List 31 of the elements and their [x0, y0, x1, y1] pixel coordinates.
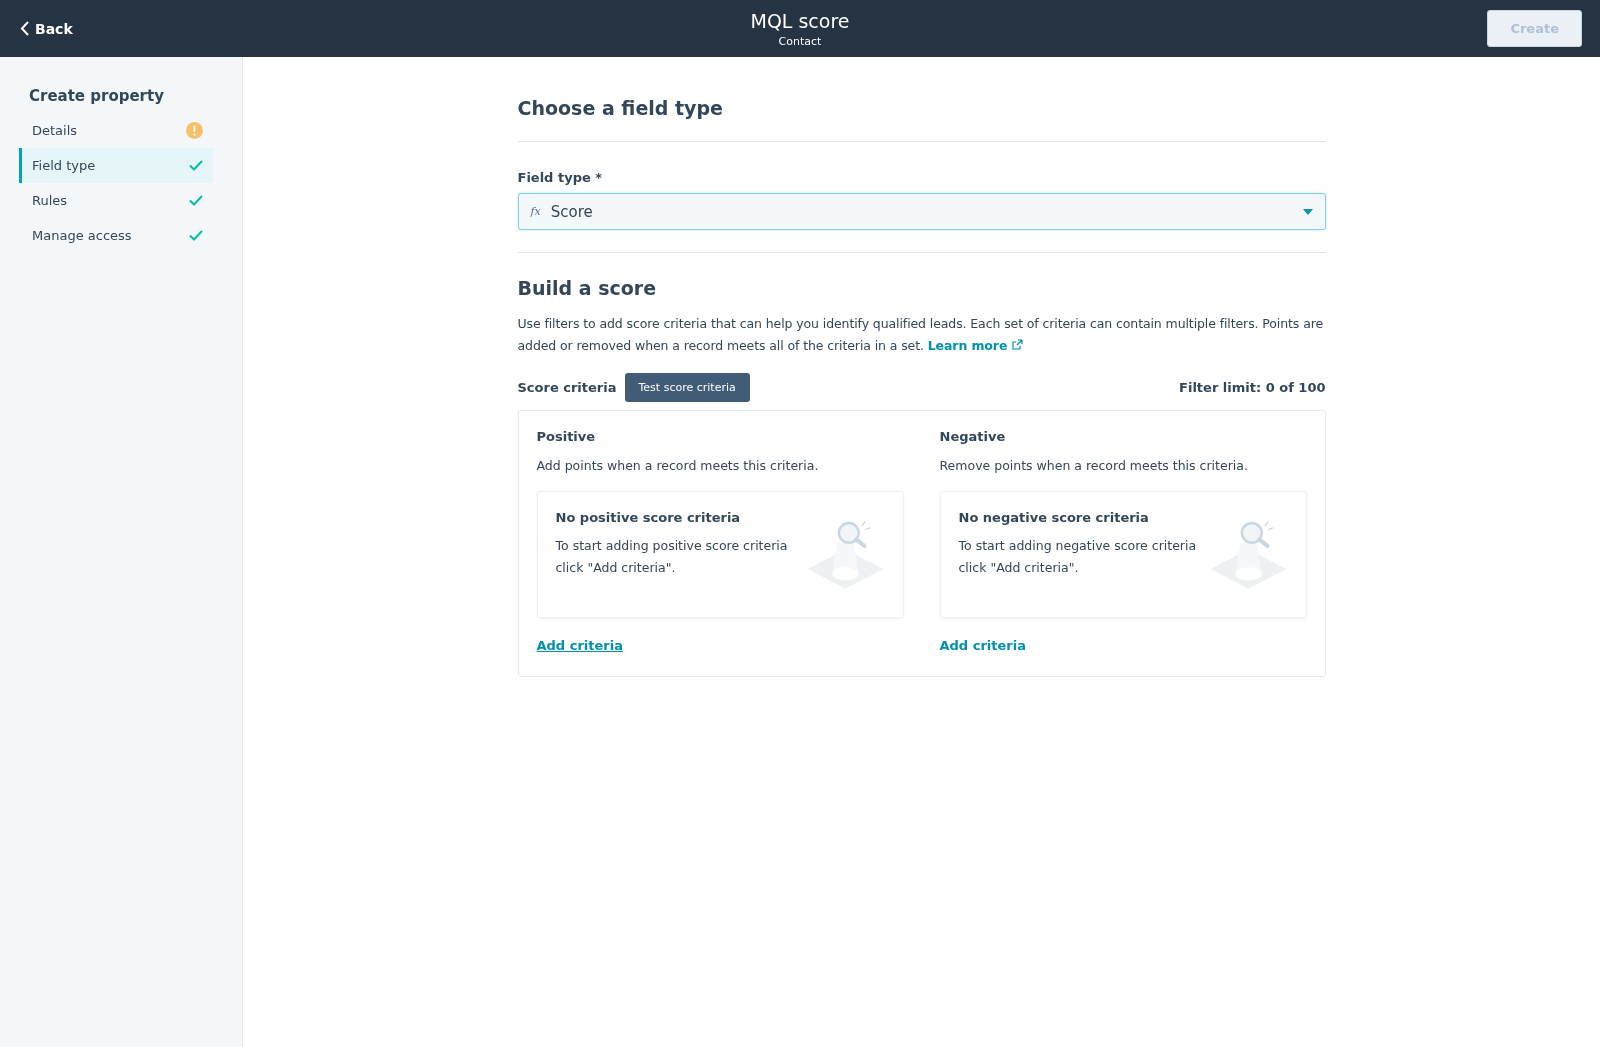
field-label: Field type * [517, 170, 604, 185]
sidebar-item[interactable]: Rules [19, 183, 213, 218]
sidebar-title: Create property [28, 87, 165, 105]
sidebar-item-label: Rules [32, 193, 68, 208]
sidebar-item-label: Manage access [32, 228, 132, 243]
field-type-select[interactable]: fx Score [517, 193, 1326, 230]
sidebar-item-label: Field type [32, 158, 96, 173]
description-text: Use filters to add score criteria that can help you identify qualified leads. Each set of criteria can contain multiple filters. Points are added or removed when a record meets all of the criteria in a set. Learn more [517, 315, 1325, 355]
empty-state-text: To start adding negative score criteria click "Add criteria". [958, 537, 1198, 577]
add-criteria-link[interactable]: Add criteria [939, 638, 1026, 653]
learn-more-link[interactable]: Learn more [927, 338, 1023, 353]
score-criteria-label: Score criteria [517, 380, 617, 395]
page-subtitle: Contact [778, 34, 822, 48]
empty-state-title: No negative score criteria [958, 510, 1150, 525]
sidebar-item[interactable]: Manage access [19, 218, 213, 253]
column-description: Add points when a record meets this criteria. [536, 458, 820, 473]
section-heading: Build a score [517, 277, 658, 299]
sidebar-item[interactable]: Field type [19, 148, 213, 183]
add-criteria-link[interactable]: Add criteria [536, 638, 623, 653]
section-heading: Choose a field type [517, 97, 1326, 142]
empty-state-text: To start adding positive score criteria click "Add criteria". [555, 537, 789, 577]
sidebar-item-label: Details [32, 123, 78, 138]
page-title: MQL score [750, 9, 850, 32]
empty-state-title: No positive score criteria [555, 510, 742, 525]
filter-limit-text: Filter limit: 0 of 100 [1179, 380, 1326, 395]
column-title: Negative [939, 429, 1007, 444]
column-title: Positive [536, 429, 597, 444]
test-score-criteria-button[interactable]: Test score criteria [624, 373, 750, 402]
column-description: Remove points when a record meets this criteria. [939, 458, 1249, 473]
sidebar-item[interactable]: Details [19, 113, 213, 148]
back-link[interactable]: Back [20, 20, 73, 37]
